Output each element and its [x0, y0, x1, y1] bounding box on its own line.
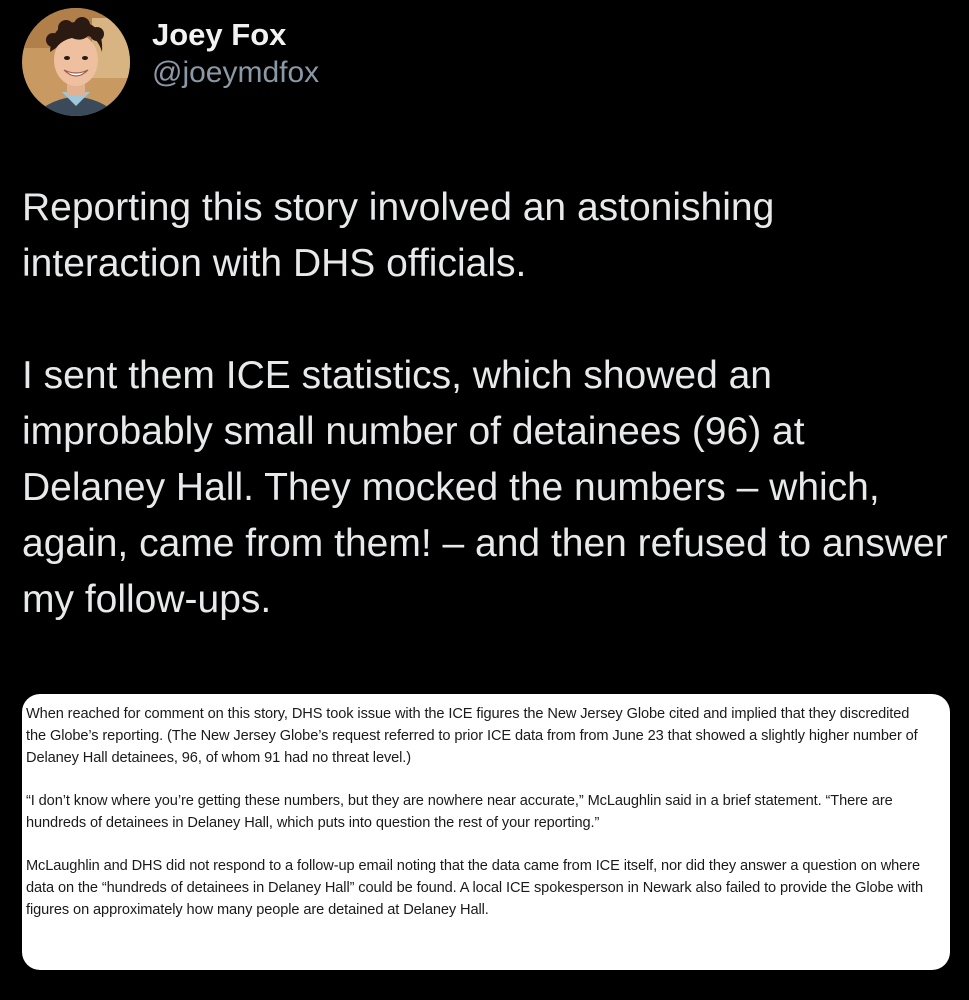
tweet-paragraph: Reporting this story involved an astonis… [22, 186, 775, 285]
avatar[interactable] [22, 8, 130, 116]
profile-photo-icon [22, 8, 130, 116]
tweet-paragraph: I sent them ICE statistics, which showed… [22, 354, 948, 621]
article-excerpt-paragraph: When reached for comment on this story, … [26, 706, 918, 766]
article-excerpt-paragraph: “I don’t know where you’re getting these… [26, 793, 893, 831]
author-names: Joey Fox @joeymdfox [152, 16, 319, 92]
tweet-text: Reporting this story involved an astonis… [22, 180, 957, 628]
user-handle[interactable]: @joeymdfox [152, 54, 319, 92]
article-excerpt-paragraph: McLaughlin and DHS did not respond to a … [26, 858, 924, 918]
display-name[interactable]: Joey Fox [152, 16, 319, 54]
tweet-header: Joey Fox @joeymdfox [22, 8, 319, 116]
attached-image-card[interactable]: When reached for comment on this story, … [22, 694, 950, 970]
